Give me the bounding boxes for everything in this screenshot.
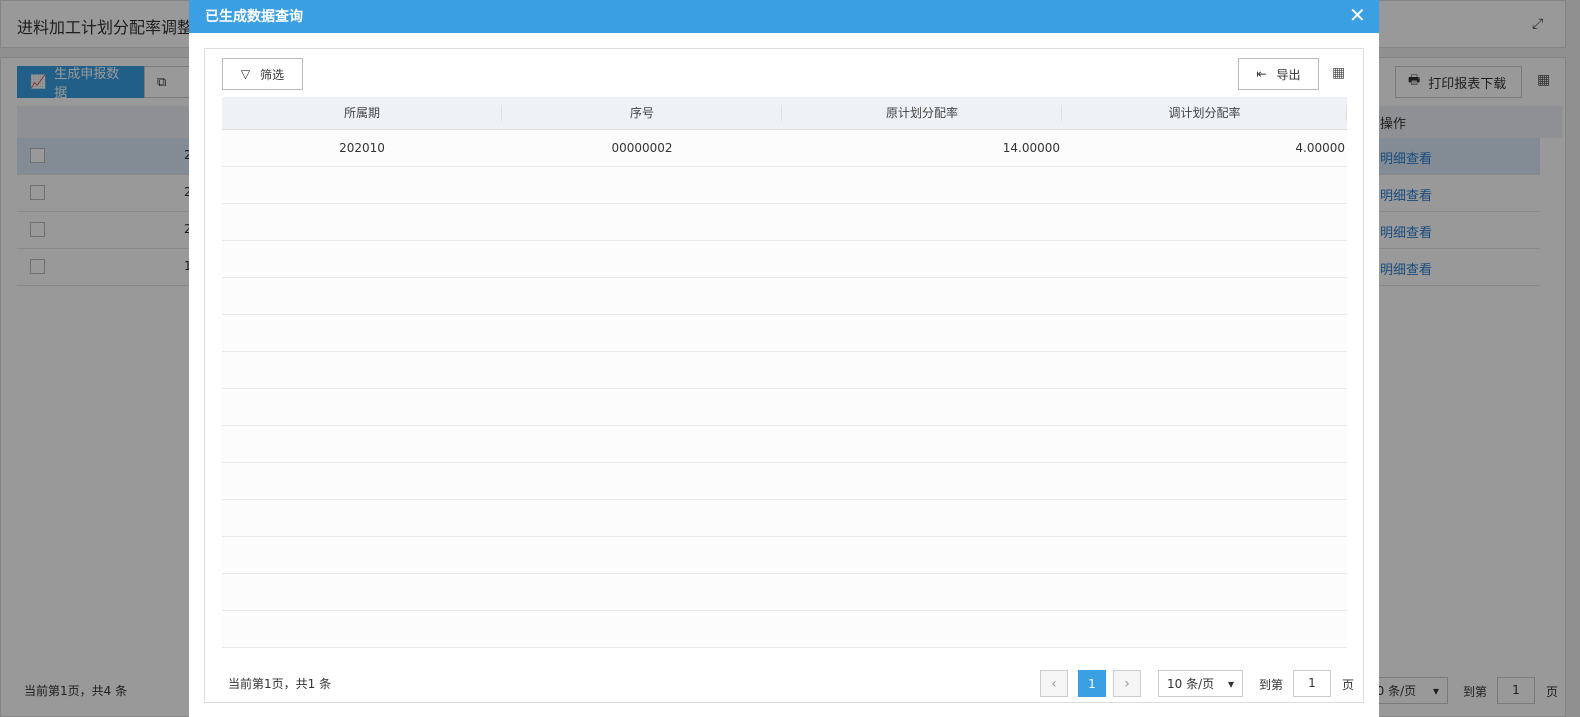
- table-cell: [782, 314, 1062, 352]
- empty-row: [222, 610, 1347, 648]
- column-header-serial[interactable]: 序号: [502, 97, 782, 130]
- empty-row: [222, 499, 1347, 537]
- table-cell: [782, 425, 1062, 463]
- table-cell: [782, 388, 1062, 426]
- table-cell: 00000002: [502, 129, 782, 167]
- table-cell: [502, 388, 782, 426]
- close-icon[interactable]: ✕: [1349, 3, 1366, 27]
- table-cell: [222, 499, 502, 537]
- prev-page-button[interactable]: ‹: [1040, 670, 1068, 697]
- table-cell: [1062, 425, 1347, 463]
- empty-row: [222, 166, 1347, 204]
- table-cell: [502, 536, 782, 574]
- table-cell: [502, 277, 782, 315]
- table-cell: [502, 425, 782, 463]
- table-cell: [782, 462, 1062, 500]
- table-cell: [782, 203, 1062, 241]
- table-cell: [1062, 314, 1347, 352]
- table-cell: [782, 499, 1062, 537]
- table-cell: [1062, 203, 1347, 241]
- table-cell: 14.00000: [782, 129, 1062, 167]
- table-cell: [222, 462, 502, 500]
- table-cell: [502, 166, 782, 204]
- table-cell: 4.00000: [1062, 129, 1347, 167]
- empty-row: [222, 425, 1347, 463]
- empty-row: [222, 240, 1347, 278]
- table-cell: [222, 351, 502, 389]
- table-cell: [782, 240, 1062, 278]
- dialog-header: 已生成数据查询 ✕: [189, 0, 1379, 33]
- table-cell: [222, 277, 502, 315]
- table-cell: [782, 351, 1062, 389]
- table-cell: [502, 462, 782, 500]
- table-cell: [782, 610, 1062, 648]
- goto-label: 到第: [1259, 678, 1284, 692]
- table-cell: [1062, 462, 1347, 500]
- table-cell: [222, 388, 502, 426]
- table-cell: [1062, 351, 1347, 389]
- dialog-title: 已生成数据查询: [205, 9, 303, 25]
- table-cell: [502, 314, 782, 352]
- table-row[interactable]: 202010 00000002 14.00000 4.00000: [222, 129, 1347, 167]
- empty-row: [222, 536, 1347, 574]
- goto-page-input[interactable]: 1: [1293, 670, 1331, 697]
- table-cell: [222, 203, 502, 241]
- table-cell: [782, 277, 1062, 315]
- table-cell: [222, 240, 502, 278]
- table-cell: [502, 203, 782, 241]
- table-cell: [502, 351, 782, 389]
- table-cell: 202010: [222, 129, 502, 167]
- table-cell: [1062, 166, 1347, 204]
- table-cell: [502, 610, 782, 648]
- table-cell: [222, 425, 502, 463]
- table-cell: [222, 536, 502, 574]
- table-cell: [1062, 240, 1347, 278]
- table-cell: [782, 573, 1062, 611]
- empty-row: [222, 314, 1347, 352]
- generated-data-dialog: 已生成数据查询 ✕ ▽ 筛选 ⇤ 导出 ▦ 所属期 序号 原计划分配率 调计划分配率…: [189, 0, 1379, 717]
- table-cell: [222, 314, 502, 352]
- table-cell: [1062, 536, 1347, 574]
- table-cell: [782, 166, 1062, 204]
- empty-row: [222, 388, 1347, 426]
- table-cell: [1062, 277, 1347, 315]
- table-cell: [782, 536, 1062, 574]
- export-button[interactable]: ⇤ 导出: [1238, 58, 1319, 90]
- empty-row: [222, 203, 1347, 241]
- columns-icon[interactable]: ▦: [1332, 65, 1345, 81]
- column-header-adjusted-rate[interactable]: 调计划分配率: [1062, 97, 1347, 130]
- export-icon: ⇤: [1256, 67, 1267, 81]
- table-cell: [1062, 499, 1347, 537]
- page-size-select[interactable]: 10 条/页 ▾: [1158, 670, 1243, 697]
- filter-button[interactable]: ▽ 筛选: [222, 58, 303, 90]
- table-cell: [502, 499, 782, 537]
- table-cell: [1062, 388, 1347, 426]
- empty-row: [222, 277, 1347, 315]
- filter-icon: ▽: [240, 67, 251, 81]
- table-cell: [222, 166, 502, 204]
- table-cell: [502, 240, 782, 278]
- empty-row: [222, 573, 1347, 611]
- page-unit: 页: [1342, 678, 1355, 692]
- empty-row: [222, 351, 1347, 389]
- page-info: 当前第1页，共1 条: [228, 677, 332, 691]
- table-cell: [222, 610, 502, 648]
- page-button-1[interactable]: 1: [1078, 670, 1106, 697]
- table-cell: [1062, 573, 1347, 611]
- table-cell: [1062, 610, 1347, 648]
- table-cell: [502, 573, 782, 611]
- column-header-period[interactable]: 所属期: [222, 97, 502, 130]
- dropdown-arrow-icon: ▾: [1227, 676, 1234, 691]
- table-cell: [222, 573, 502, 611]
- empty-row: [222, 462, 1347, 500]
- next-page-button[interactable]: ›: [1113, 670, 1141, 697]
- dialog-content: ▽ 筛选 ⇤ 导出 ▦ 所属期 序号 原计划分配率 调计划分配率 202010 000…: [204, 48, 1364, 703]
- data-table: 所属期 序号 原计划分配率 调计划分配率 202010 00000002 14.00…: [222, 97, 1347, 648]
- column-header-original-rate[interactable]: 原计划分配率: [782, 97, 1062, 130]
